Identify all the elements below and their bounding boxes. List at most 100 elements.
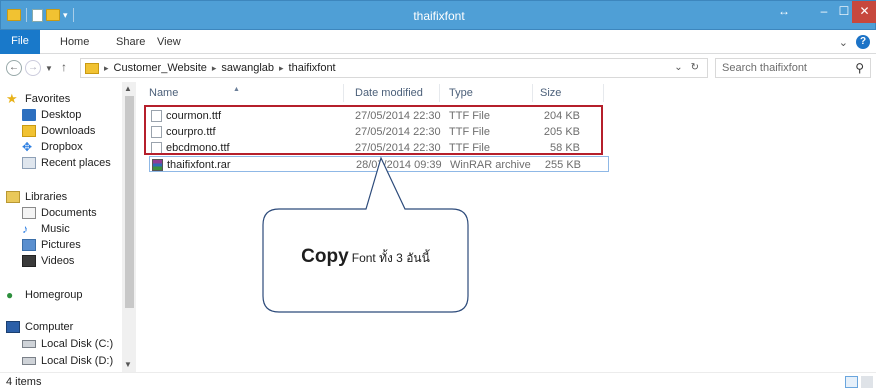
nav-item-pictures[interactable]: Pictures xyxy=(0,237,81,253)
nav-label: Videos xyxy=(41,255,75,267)
nav-item-recent-places[interactable]: Recent places xyxy=(0,155,111,171)
window-title: thaifixfont xyxy=(413,9,465,23)
nav-item-local-disk-d[interactable]: Local Disk (D:) xyxy=(0,353,113,369)
tab-share[interactable]: Share xyxy=(116,36,145,48)
tab-view[interactable]: View xyxy=(157,36,181,48)
nav-item-downloads[interactable]: Downloads xyxy=(0,123,95,139)
help-icon[interactable]: ? xyxy=(856,35,870,49)
navigation-bar: ← → ▼ ↑ ▸ Customer_Website ▸ sawanglab ▸… xyxy=(0,55,876,81)
close-button[interactable]: ✕ xyxy=(852,1,876,23)
maximize-button[interactable]: ☐ xyxy=(835,1,853,23)
status-bar: 4 items xyxy=(0,372,876,390)
nav-label: Recent places xyxy=(41,157,111,169)
column-header-type[interactable]: Type xyxy=(449,87,473,99)
nav-label: Favorites xyxy=(25,93,71,105)
forward-button[interactable]: → xyxy=(25,60,41,76)
file-row[interactable]: thaifixfont.rar 28/07/2014 09:39 WinRAR … xyxy=(149,156,609,172)
recent-places-icon xyxy=(22,157,36,169)
documents-icon xyxy=(22,207,36,219)
nav-scroll-thumb[interactable] xyxy=(125,96,134,308)
tab-home[interactable]: Home xyxy=(60,36,89,48)
nav-label: Local Disk (C:) xyxy=(41,338,114,350)
videos-icon xyxy=(22,255,36,267)
resize-icon[interactable]: ↔ xyxy=(773,1,795,23)
nav-item-music[interactable]: ♪ Music xyxy=(0,221,70,237)
nav-homegroup[interactable]: ● Homegroup xyxy=(0,287,82,303)
star-icon: ★ xyxy=(6,91,18,106)
nav-label: Music xyxy=(41,223,70,235)
computer-icon xyxy=(6,321,20,333)
libraries-icon xyxy=(6,191,20,203)
folder-icon xyxy=(85,62,99,74)
chevron-right-icon[interactable]: ▸ xyxy=(279,63,284,74)
nav-item-dropbox[interactable]: ✥ Dropbox xyxy=(0,139,83,155)
chevron-right-icon[interactable]: ▸ xyxy=(212,63,217,74)
details-view-icon[interactable] xyxy=(845,376,858,388)
large-icons-view-icon[interactable] xyxy=(861,376,873,388)
nav-computer[interactable]: Computer xyxy=(0,319,73,335)
annotation-highlight-box xyxy=(144,105,603,155)
column-divider[interactable] xyxy=(439,84,440,102)
file-name: thaifixfont.rar xyxy=(167,159,231,171)
nav-item-local-disk-c[interactable]: Local Disk (C:) xyxy=(0,336,113,352)
callout-text: Copy Font ทั้ง 3 อันนี้ xyxy=(263,246,468,268)
breadcrumb-thaifixfont[interactable]: thaifixfont xyxy=(289,62,336,74)
nav-label: Libraries xyxy=(25,191,68,203)
disk-drive-icon xyxy=(22,357,36,365)
nav-label: Local Disk (D:) xyxy=(41,355,114,367)
tab-file[interactable]: File xyxy=(0,30,40,54)
column-header-size[interactable]: Size xyxy=(540,87,561,99)
column-header-date[interactable]: Date modified xyxy=(355,87,423,99)
nav-libraries[interactable]: Libraries xyxy=(0,189,67,205)
nav-item-videos[interactable]: Videos xyxy=(0,253,74,269)
column-divider[interactable] xyxy=(603,84,604,102)
column-label: Name xyxy=(149,87,179,99)
scroll-down-icon[interactable]: ▼ xyxy=(124,360,132,369)
breadcrumb-customer-website[interactable]: Customer_Website xyxy=(114,62,207,74)
column-divider[interactable] xyxy=(532,84,533,102)
item-count: 4 items xyxy=(6,376,42,388)
pictures-icon xyxy=(22,239,36,251)
navigation-pane: ★ Favorites Desktop Downloads ✥ Dropbox … xyxy=(0,82,136,372)
minimize-button[interactable]: – xyxy=(813,1,835,23)
homegroup-icon: ● xyxy=(6,288,14,302)
refresh-icon[interactable]: ↻ xyxy=(691,62,699,73)
search-placeholder: Search thaifixfont xyxy=(722,62,807,74)
dropbox-icon: ✥ xyxy=(22,140,33,154)
recent-locations-icon[interactable]: ▼ xyxy=(45,64,53,73)
music-icon: ♪ xyxy=(22,222,28,236)
desktop-icon xyxy=(22,109,36,121)
address-dropdown-icon[interactable]: ⌄ xyxy=(674,62,682,73)
scroll-up-icon[interactable]: ▲ xyxy=(124,84,132,93)
file-date: 28/07/2014 09:39 xyxy=(356,159,442,171)
nav-label: Downloads xyxy=(41,125,96,137)
nav-label: Homegroup xyxy=(25,289,83,301)
title-bar: ▾ thaifixfont ↔ – ☐ ✕ xyxy=(0,0,876,30)
column-header-name[interactable]: ▲ Name xyxy=(149,86,240,99)
ribbon-tabs: File Home Share View ⌄ ? xyxy=(0,30,876,54)
search-icon[interactable]: ⚲ xyxy=(855,61,864,75)
rar-archive-icon xyxy=(152,159,163,171)
up-button[interactable]: ↑ xyxy=(61,60,67,74)
back-button[interactable]: ← xyxy=(6,60,22,76)
chevron-right-icon[interactable]: ▸ xyxy=(104,63,109,74)
nav-label: Dropbox xyxy=(41,141,83,153)
ribbon-controls: ⌄ ? xyxy=(839,35,870,49)
column-divider[interactable] xyxy=(343,84,344,102)
file-size: 255 KB xyxy=(544,159,581,171)
nav-label: Pictures xyxy=(41,239,81,251)
callout-emphasis: Copy xyxy=(301,246,349,267)
nav-label: Documents xyxy=(41,207,97,219)
nav-label: Computer xyxy=(25,321,74,333)
nav-item-desktop[interactable]: Desktop xyxy=(0,107,81,123)
address-controls: ⌄ ↻ xyxy=(674,62,699,73)
expand-ribbon-icon[interactable]: ⌄ xyxy=(839,36,848,49)
breadcrumb-sawanglab[interactable]: sawanglab xyxy=(221,62,274,74)
callout-detail: Font ทั้ง 3 อันนี้ xyxy=(351,251,430,265)
nav-item-documents[interactable]: Documents xyxy=(0,205,97,221)
address-bar[interactable]: ▸ Customer_Website ▸ sawanglab ▸ thaifix… xyxy=(80,58,708,78)
search-input[interactable]: Search thaifixfont ⚲ xyxy=(715,58,871,78)
nav-favorites[interactable]: ★ Favorites xyxy=(0,91,70,107)
downloads-icon xyxy=(22,125,36,137)
disk-drive-icon xyxy=(22,340,36,348)
